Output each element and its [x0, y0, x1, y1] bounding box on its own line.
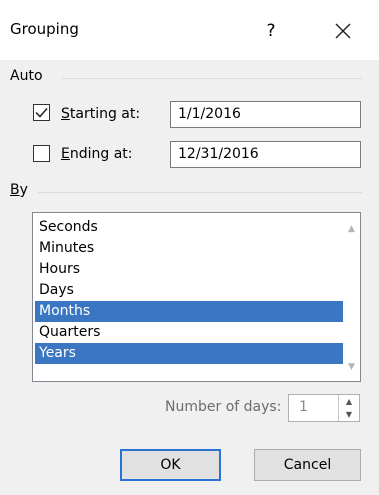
list-item-months[interactable]: Months — [35, 301, 343, 322]
ok-button[interactable]: OK — [120, 449, 221, 481]
checkmark-icon — [35, 108, 48, 118]
list-item-quarters[interactable]: Quarters — [35, 322, 343, 343]
list-item-days[interactable]: Days — [35, 280, 343, 301]
starting-at-label: Starting at: — [61, 106, 141, 122]
dialog-title: Grouping — [10, 20, 79, 38]
scroll-down-icon[interactable]: ▼ — [343, 359, 360, 376]
spin-down-icon[interactable]: ▼ — [339, 408, 359, 421]
title-bar: Grouping ? — [0, 0, 379, 60]
by-listbox[interactable]: Seconds Minutes Hours Days Months Quarte… — [32, 212, 361, 382]
scroll-up-icon[interactable]: ▲ — [343, 221, 360, 238]
by-group-title: By — [10, 182, 28, 198]
ending-at-checkbox[interactable] — [33, 145, 50, 162]
number-of-days-spinner[interactable]: 1 ▲ ▼ — [288, 394, 360, 422]
auto-group-divider — [62, 78, 362, 79]
by-list: Seconds Minutes Hours Days Months Quarte… — [35, 217, 343, 364]
starting-at-input[interactable]: 1/1/2016 — [170, 101, 361, 128]
listbox-scrollbar[interactable]: ▲ ▼ — [343, 213, 360, 381]
close-icon[interactable] — [326, 14, 360, 48]
starting-at-checkbox[interactable] — [33, 104, 50, 121]
ending-at-label: Ending at: — [61, 146, 133, 162]
list-item-years[interactable]: Years — [35, 343, 343, 364]
list-item-minutes[interactable]: Minutes — [35, 238, 343, 259]
ending-at-input[interactable]: 12/31/2016 — [170, 141, 361, 168]
by-group-divider — [38, 192, 362, 193]
number-of-days-value: 1 — [299, 399, 308, 415]
spin-up-icon[interactable]: ▲ — [339, 395, 359, 408]
grouping-dialog: Grouping ? Auto Starting at: 1/1/2016 En… — [0, 0, 379, 495]
help-button[interactable]: ? — [256, 16, 286, 46]
list-item-seconds[interactable]: Seconds — [35, 217, 343, 238]
number-of-days-label: Number of days: — [165, 399, 282, 415]
list-item-hours[interactable]: Hours — [35, 259, 343, 280]
auto-group-title: Auto — [10, 68, 43, 84]
cancel-button[interactable]: Cancel — [254, 449, 361, 481]
